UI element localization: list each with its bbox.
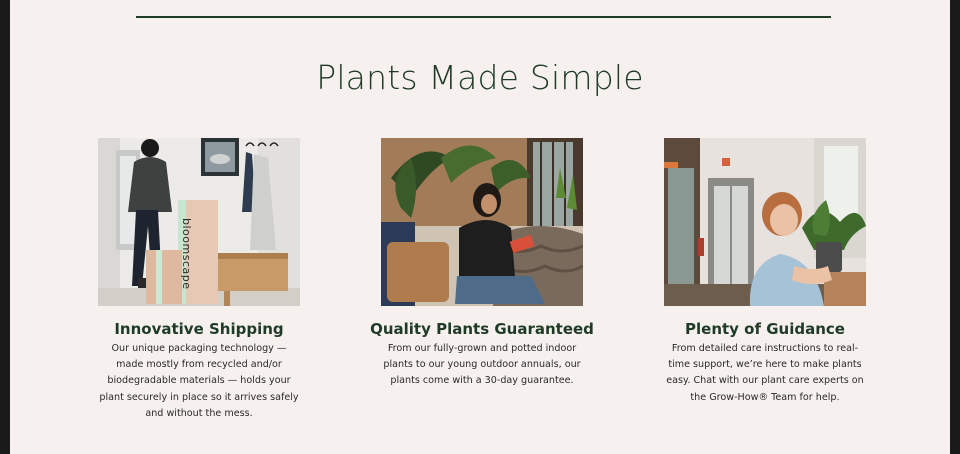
quality-illustration	[381, 138, 583, 306]
feature-description: From our fully-grown and potted indoor p…	[383, 343, 581, 387]
guidance-illustration	[664, 138, 866, 306]
quality-photo	[381, 138, 583, 306]
feature-heading: Innovative Shipping	[114, 320, 284, 338]
shipping-photo: bloomscape	[98, 138, 300, 306]
section-divider	[136, 16, 831, 18]
feature-card-guidance: Plenty of Guidance From detailed care in…	[635, 138, 895, 406]
feature-card-shipping: bloomscape Innovative Shipping Our uniqu…	[69, 138, 329, 422]
page: Plants Made Simple bloomscape Innovative…	[10, 0, 950, 454]
shipping-illustration	[98, 138, 300, 306]
feature-card-quality: Quality Plants Guaranteed From our fully…	[352, 138, 612, 390]
feature-heading: Quality Plants Guaranteed	[370, 320, 594, 338]
box-brand-print: bloomscape	[180, 218, 193, 290]
guidance-photo	[664, 138, 866, 306]
feature-heading: Plenty of Guidance	[685, 320, 845, 338]
feature-description: Our unique packaging technology — made m…	[99, 343, 299, 419]
feature-description: From detailed care instructions to real-…	[666, 343, 864, 403]
section-title: Plants Made Simple	[316, 58, 644, 97]
